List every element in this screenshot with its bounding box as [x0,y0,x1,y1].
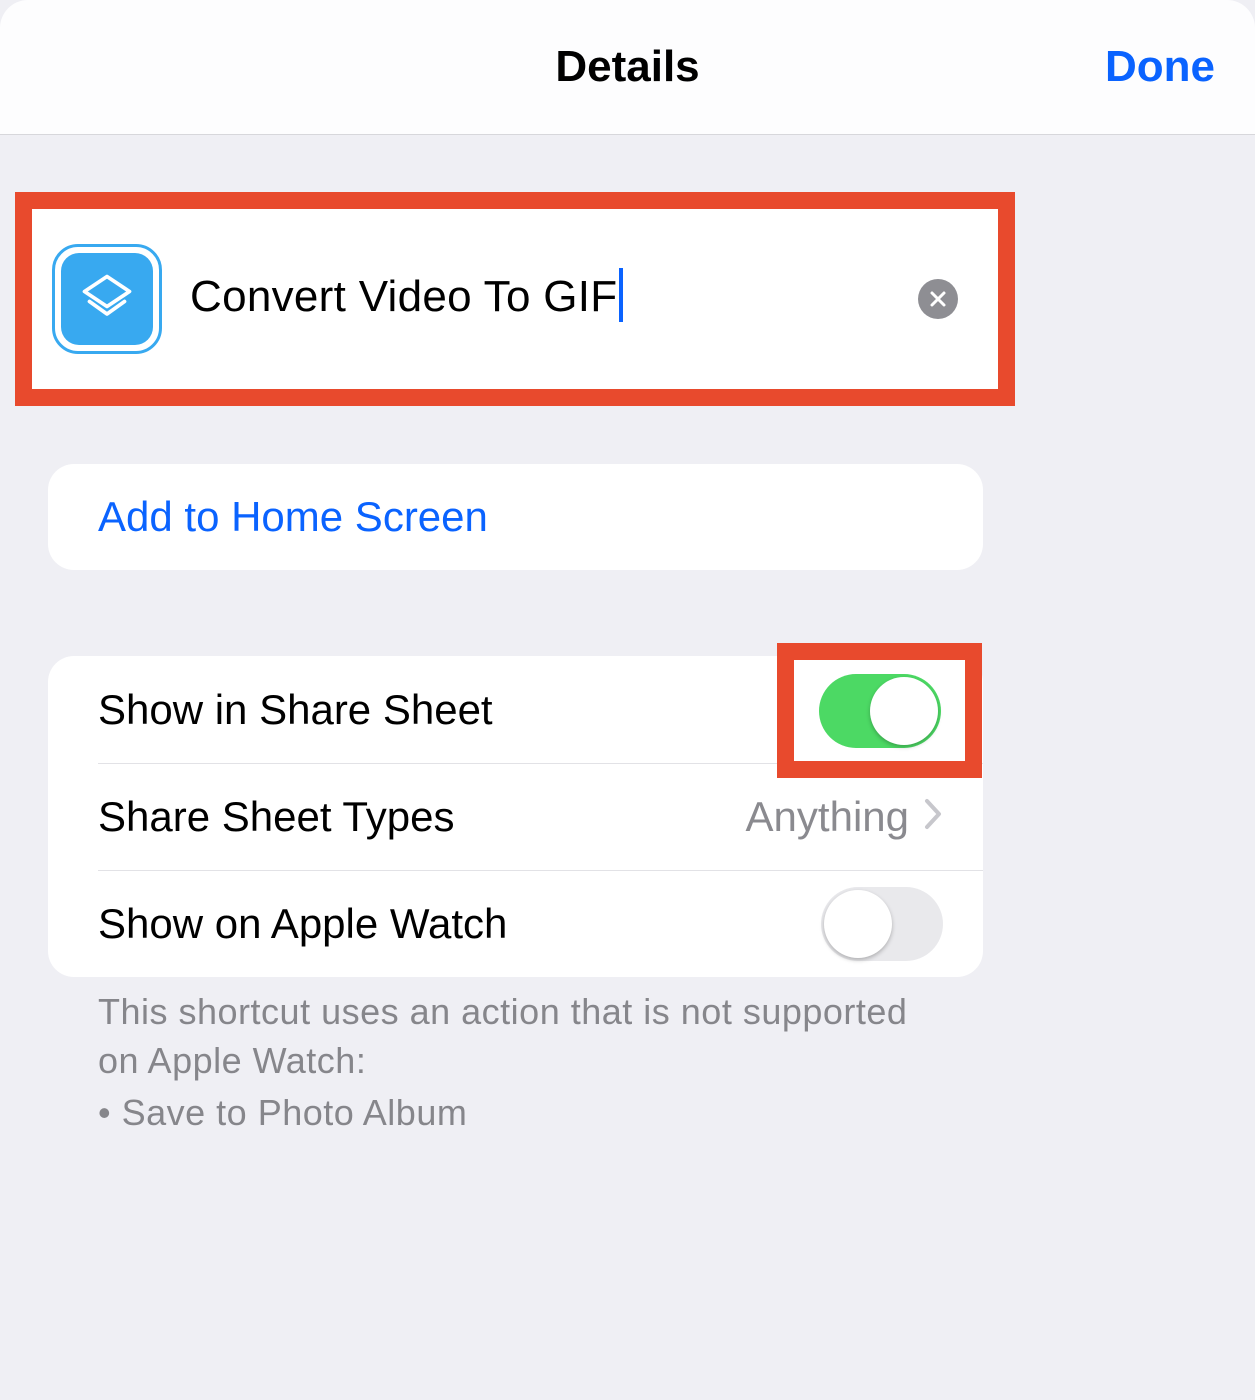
chevron-right-icon [923,797,943,836]
close-icon [928,289,948,309]
footer-note: This shortcut uses an action that is not… [98,988,958,1138]
row-label: Show in Share Sheet [98,686,943,734]
shortcut-name-text: Convert Video To GIF [190,272,617,321]
add-to-home-screen-button[interactable]: Add to Home Screen [48,464,983,570]
footer-line-2: • Save to Photo Album [98,1089,958,1138]
row-value: Anything [746,793,909,841]
shortcut-name-card: Convert Video To GIF [15,192,1015,406]
shortcut-name-input[interactable]: Convert Video To GIF [190,272,918,326]
layers-icon [77,269,137,329]
footer-line-1: This shortcut uses an action that is not… [98,988,958,1085]
row-label: Show on Apple Watch [98,900,821,948]
row-show-on-apple-watch: Show on Apple Watch [48,870,983,977]
text-caret [619,268,623,322]
modal-header: Details Done [0,0,1255,135]
add-to-home-screen-label: Add to Home Screen [98,493,488,541]
clear-text-button[interactable] [918,279,958,319]
shortcut-icon[interactable] [52,244,162,354]
apple-watch-toggle[interactable] [821,887,943,961]
row-label: Share Sheet Types [98,793,746,841]
share-sheet-toggle[interactable] [819,674,941,748]
done-button[interactable]: Done [1105,0,1215,134]
page-title: Details [0,0,1255,134]
row-share-sheet-types[interactable]: Share Sheet Types Anything [48,763,983,870]
